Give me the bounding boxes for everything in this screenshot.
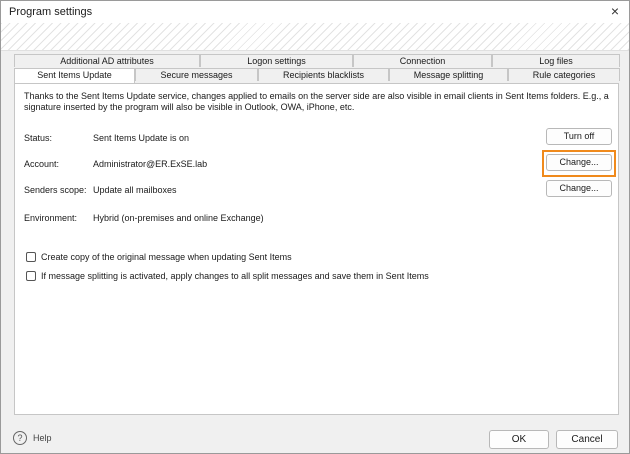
tab-additional-ad-attributes[interactable]: Additional AD attributes xyxy=(14,54,200,67)
tab-row-1: Additional AD attributes Logon settings … xyxy=(1,54,629,68)
tab-sent-items-update[interactable]: Sent Items Update xyxy=(14,68,135,83)
tab-recipients-blacklists[interactable]: Recipients blacklists xyxy=(258,68,389,81)
account-value: Administrator@ER.ExSE.lab xyxy=(93,159,208,169)
tab-message-splitting[interactable]: Message splitting xyxy=(389,68,508,81)
window-title: Program settings xyxy=(9,6,93,18)
senders-scope-value: Update all mailboxes xyxy=(93,185,177,195)
change-scope-button[interactable]: Change... xyxy=(546,180,612,197)
ok-button[interactable]: OK xyxy=(489,430,549,449)
change-account-button[interactable]: Change... xyxy=(546,154,612,171)
environment-label: Environment: xyxy=(24,213,78,223)
turn-off-button[interactable]: Turn off xyxy=(546,128,612,145)
create-copy-checkbox[interactable] xyxy=(26,252,36,262)
tab-logon-settings[interactable]: Logon settings xyxy=(200,54,353,67)
status-label: Status: xyxy=(24,133,53,143)
senders-scope-label: Senders scope: xyxy=(24,185,87,195)
tab-secure-messages[interactable]: Secure messages xyxy=(135,68,258,81)
environment-value: Hybrid (on-premises and online Exchange) xyxy=(93,213,264,223)
account-label: Account: xyxy=(24,159,60,169)
tab-log-files[interactable]: Log files xyxy=(492,54,620,67)
help-link[interactable]: Help xyxy=(33,433,52,443)
split-messages-label: If message splitting is activated, apply… xyxy=(41,271,429,281)
tab-connection[interactable]: Connection xyxy=(353,54,492,67)
create-copy-label: Create copy of the original message when… xyxy=(41,252,292,262)
split-messages-checkbox[interactable] xyxy=(26,271,36,281)
status-value: Sent Items Update is on xyxy=(93,133,190,143)
cancel-button[interactable]: Cancel xyxy=(556,430,618,449)
title-bar: Program settings × xyxy=(1,1,629,23)
program-settings-window: Program settings × Additional AD attribu… xyxy=(0,0,630,454)
help-icon[interactable]: ? xyxy=(13,431,27,445)
tab-rule-categories[interactable]: Rule categories xyxy=(508,68,620,81)
close-icon[interactable]: × xyxy=(607,3,623,19)
description-text: Thanks to the Sent Items Update service,… xyxy=(24,91,609,112)
tab-row-2: Sent Items Update Secure messages Recipi… xyxy=(1,68,629,83)
sent-items-update-panel: Thanks to the Sent Items Update service,… xyxy=(14,83,619,415)
header-banner xyxy=(1,23,629,51)
